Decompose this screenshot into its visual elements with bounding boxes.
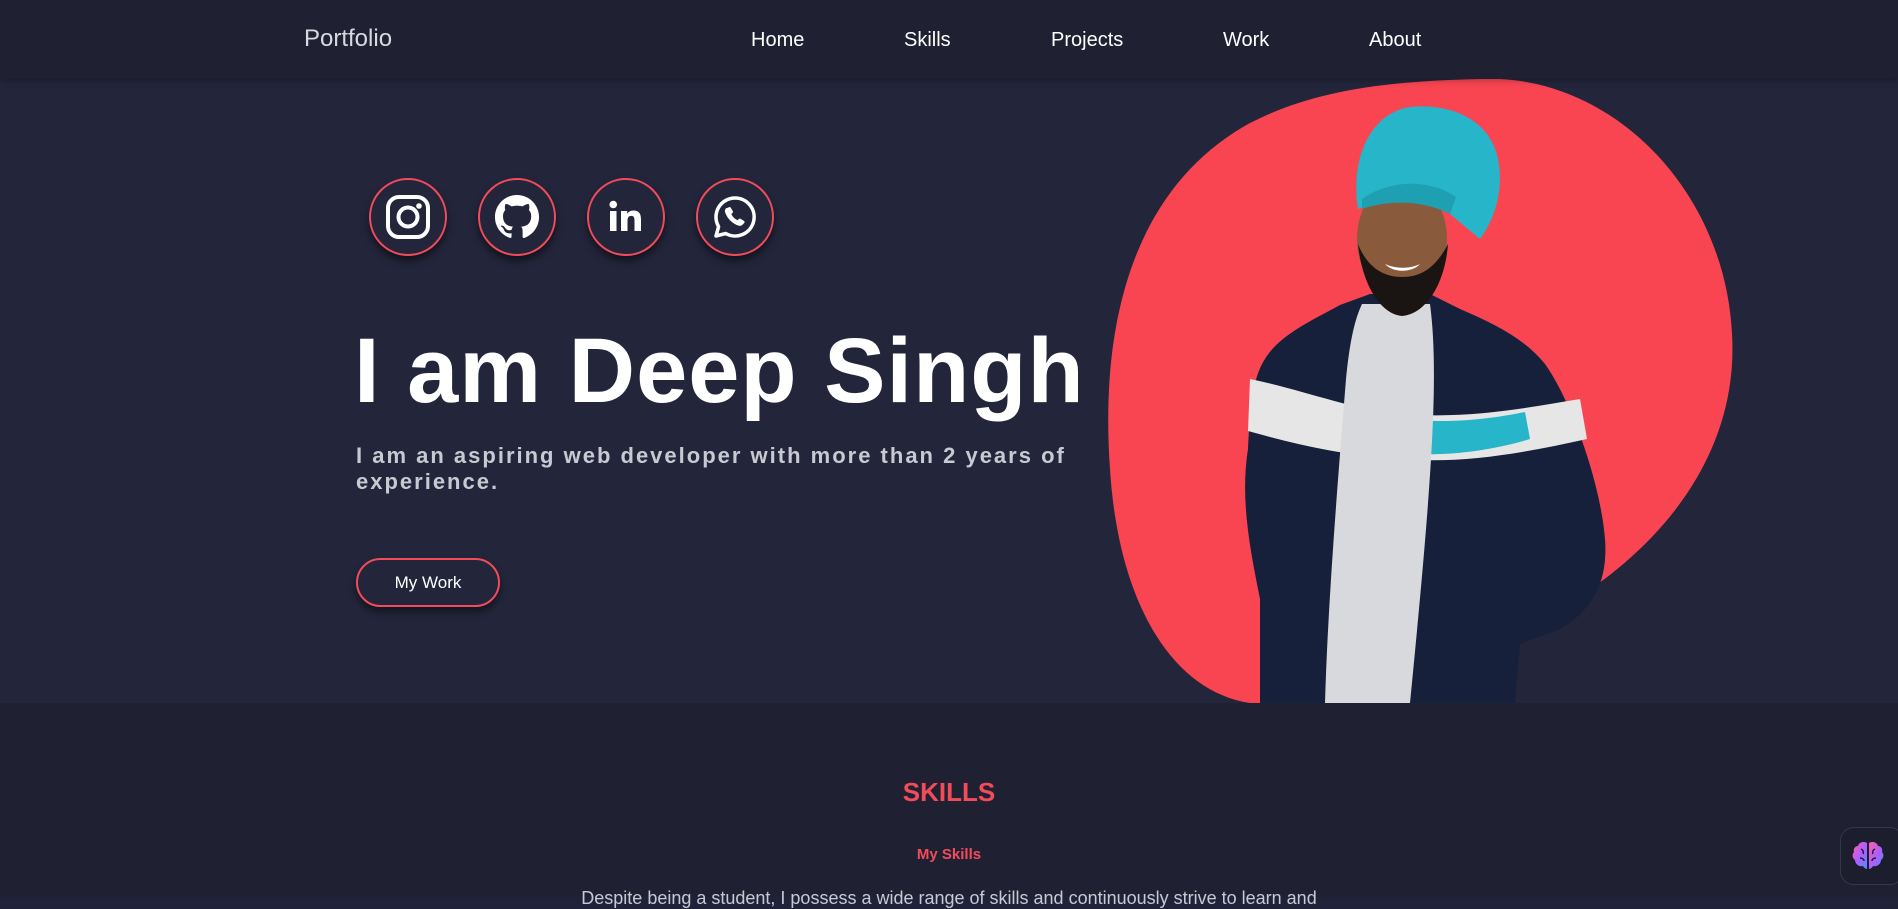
nav-link-skills[interactable]: Skills [904,29,951,52]
my-work-button[interactable]: My Work [356,558,500,607]
nav-link-home[interactable]: Home [751,29,804,52]
nav-link-work[interactable]: Work [1223,29,1269,52]
nav-link-projects[interactable]: Projects [1051,29,1123,52]
skills-subheading: My Skills [916,846,982,863]
whatsapp-icon [714,196,756,238]
instagram-icon [386,195,430,239]
skills-heading: SKILLS [902,777,996,807]
skills-description: Despite being a student, I possess a wid… [581,888,1317,908]
github-icon [494,194,540,239]
hero-section: I am Deep Singh I am an aspiring web dev… [0,79,1898,703]
skills-section: SKILLS My Skills Despite being a student… [0,703,1898,908]
linkedin-link[interactable] [587,178,665,256]
hero-title: I am Deep Singh [354,320,1085,422]
nav-link-about[interactable]: About [1369,29,1421,52]
profile-portrait [1108,79,1733,703]
github-link[interactable] [478,178,556,256]
assistant-widget[interactable] [1840,827,1898,885]
hero-subtitle: I am an aspiring web developer with more… [356,443,1066,494]
instagram-link[interactable] [369,178,447,256]
brain-icon [1852,842,1884,869]
whatsapp-link[interactable] [696,178,774,256]
linkedin-icon [609,200,641,231]
brand-logo[interactable]: Portfolio [304,25,392,53]
navbar: Portfolio Home Skills Projects Work Abou… [0,0,1898,79]
